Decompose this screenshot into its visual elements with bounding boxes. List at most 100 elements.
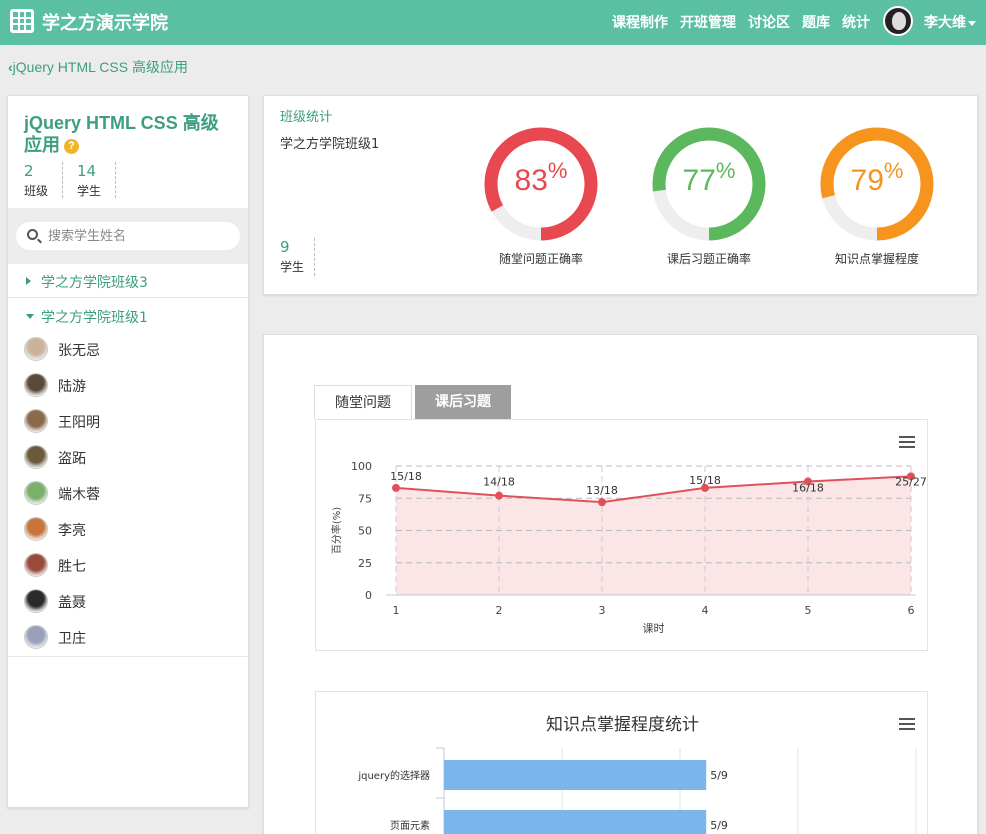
student-name: 端木蓉 bbox=[58, 487, 100, 503]
data-label: 14/18 bbox=[483, 476, 515, 489]
back-link[interactable]: ‹jQuery HTML CSS 高级应用 bbox=[8, 57, 188, 77]
data-point bbox=[392, 483, 400, 492]
student-name: 陆游 bbox=[58, 379, 86, 395]
student-name: 盗跖 bbox=[58, 451, 86, 467]
student-avatar bbox=[24, 409, 48, 433]
data-label: 15/18 bbox=[390, 470, 422, 483]
student-item[interactable]: 端木蓉 bbox=[8, 476, 248, 512]
nav-question-bank[interactable]: 题库 bbox=[802, 12, 830, 32]
stat-students: 14 学生 bbox=[77, 162, 117, 198]
data-label: 16/18 bbox=[792, 481, 824, 494]
student-avatar bbox=[24, 589, 48, 613]
percent-sign: % bbox=[883, 158, 904, 183]
nav-discussion[interactable]: 讨论区 bbox=[748, 12, 790, 32]
nav-course-design[interactable]: 课程制作 bbox=[612, 12, 668, 32]
student-name: 王阳明 bbox=[58, 415, 100, 431]
line-chart-container: 0 25 50 75 100 1 2 3 4 5 6 15/18 14/18 13/18 15/18 16/1… bbox=[315, 419, 928, 651]
y-axis-title: 百分率(%) bbox=[330, 507, 343, 554]
tab-homework[interactable]: 课后习题 bbox=[415, 385, 511, 419]
student-avatar bbox=[24, 337, 48, 361]
x-tick-label: 2 bbox=[496, 604, 503, 617]
data-label: 15/18 bbox=[689, 474, 721, 487]
x-tick-label: 6 bbox=[908, 604, 915, 617]
stat-students-num: 14 bbox=[77, 162, 97, 180]
x-tick-label: 4 bbox=[702, 604, 709, 617]
caret-right-icon bbox=[26, 277, 31, 285]
class-item-3[interactable]: 学之方学院班级3 bbox=[8, 264, 248, 298]
nav-statistics[interactable]: 统计 bbox=[842, 12, 870, 32]
class-item-label: 学之方学院班级3 bbox=[41, 275, 148, 291]
course-title-text: jQuery HTML CSS 高级应用 bbox=[24, 113, 219, 155]
stat-classes: 2 班级 bbox=[24, 162, 64, 198]
class-item-1[interactable]: 学之方学院班级1 bbox=[8, 299, 248, 333]
class-stats-panel: 班级统计 学之方学院班级1 9 学生 83% 随堂问题正确率 77% 课后习题正确率 7… bbox=[263, 95, 978, 295]
student-name: 李亮 bbox=[58, 523, 86, 539]
ring-chart: 79% 知识点掌握程度 bbox=[817, 124, 937, 267]
data-label: 13/18 bbox=[586, 484, 618, 497]
back-link-label: jQuery HTML CSS 高级应用 bbox=[12, 59, 188, 75]
ring-percent: 83% bbox=[481, 158, 601, 198]
user-avatar[interactable] bbox=[883, 6, 913, 36]
stat-classes-num: 2 bbox=[24, 162, 34, 180]
student-item[interactable]: 王阳明 bbox=[8, 404, 248, 440]
student-item[interactable]: 胜七 bbox=[8, 548, 248, 584]
panel-title: 班级统计 bbox=[280, 110, 333, 125]
brand-name[interactable]: 学之方演示学院 bbox=[42, 9, 168, 35]
bar-value-label: 5/9 bbox=[710, 769, 728, 782]
course-title: jQuery HTML CSS 高级应用? bbox=[24, 112, 234, 156]
course-stats: 2 班级 14 学生 bbox=[24, 162, 130, 198]
grid-logo-icon[interactable] bbox=[10, 9, 34, 33]
student-search-input[interactable] bbox=[48, 226, 228, 246]
student-name: 胜七 bbox=[58, 559, 86, 575]
category-label: jquery的选择器 bbox=[357, 769, 430, 782]
student-avatar bbox=[24, 625, 48, 649]
caret-down-icon bbox=[26, 314, 34, 319]
divider bbox=[8, 656, 248, 657]
top-navbar: 学之方演示学院 课程制作 开班管理 讨论区 题库 统计 李大维 bbox=[0, 0, 986, 45]
y-tick-label: 0 bbox=[365, 589, 372, 602]
data-point bbox=[598, 498, 606, 507]
x-tick-label: 3 bbox=[599, 604, 606, 617]
students-label: 学生 bbox=[280, 260, 305, 274]
ring-percent: 77% bbox=[649, 158, 769, 198]
data-point bbox=[495, 491, 503, 500]
class-item-label: 学之方学院班级1 bbox=[41, 310, 148, 326]
ring-label: 随堂问题正确率 bbox=[498, 252, 583, 266]
student-item[interactable]: 卫庄 bbox=[8, 620, 248, 656]
tab-in-class-questions[interactable]: 随堂问题 bbox=[314, 385, 412, 419]
nav-class-management[interactable]: 开班管理 bbox=[680, 12, 736, 32]
stat-classes-label: 班级 bbox=[24, 184, 49, 198]
search-box[interactable] bbox=[16, 222, 240, 250]
x-tick-label: 1 bbox=[393, 604, 400, 617]
help-icon[interactable]: ? bbox=[64, 138, 79, 154]
student-item[interactable]: 盗跖 bbox=[8, 440, 248, 476]
y-tick-label: 100 bbox=[351, 460, 372, 473]
student-list: 张无忌陆游王阳明盗跖端木蓉李亮胜七盖聂 卫庄 bbox=[8, 332, 248, 656]
hamburger-menu-icon[interactable] bbox=[899, 718, 915, 730]
bar-chart-title: 知识点掌握程度统计 bbox=[546, 715, 699, 735]
y-tick-label: 25 bbox=[358, 557, 372, 570]
bar bbox=[444, 810, 707, 834]
ring-label: 知识点掌握程度 bbox=[834, 252, 919, 266]
line-chart: 0 25 50 75 100 1 2 3 4 5 6 15/18 14/18 13/18 15/18 16/1… bbox=[330, 460, 927, 635]
percent-sign: % bbox=[715, 158, 736, 183]
student-item[interactable]: 盖聂 bbox=[8, 584, 248, 620]
student-name: 张无忌 bbox=[58, 343, 100, 359]
hamburger-menu-icon[interactable] bbox=[899, 436, 915, 448]
user-menu[interactable]: 李大维 bbox=[924, 12, 976, 32]
chart-tabs: 随堂问题 课后习题 bbox=[314, 385, 511, 419]
student-avatar bbox=[24, 481, 48, 505]
x-tick-label: 5 bbox=[805, 604, 812, 617]
student-item[interactable]: 陆游 bbox=[8, 368, 248, 404]
ring-value: 79 bbox=[850, 164, 884, 197]
ring-value: 77 bbox=[682, 164, 716, 197]
students-stat: 9 学生 bbox=[280, 238, 316, 276]
student-item[interactable]: 李亮 bbox=[8, 512, 248, 548]
category-label: 页面元素 bbox=[390, 819, 430, 832]
search-area bbox=[8, 208, 248, 264]
student-item[interactable]: 张无忌 bbox=[8, 332, 248, 368]
class-name: 学之方学院班级1 bbox=[280, 137, 380, 152]
stat-students-label: 学生 bbox=[77, 184, 102, 198]
ring-label: 课后习题正确率 bbox=[666, 252, 751, 266]
bar bbox=[444, 760, 707, 790]
